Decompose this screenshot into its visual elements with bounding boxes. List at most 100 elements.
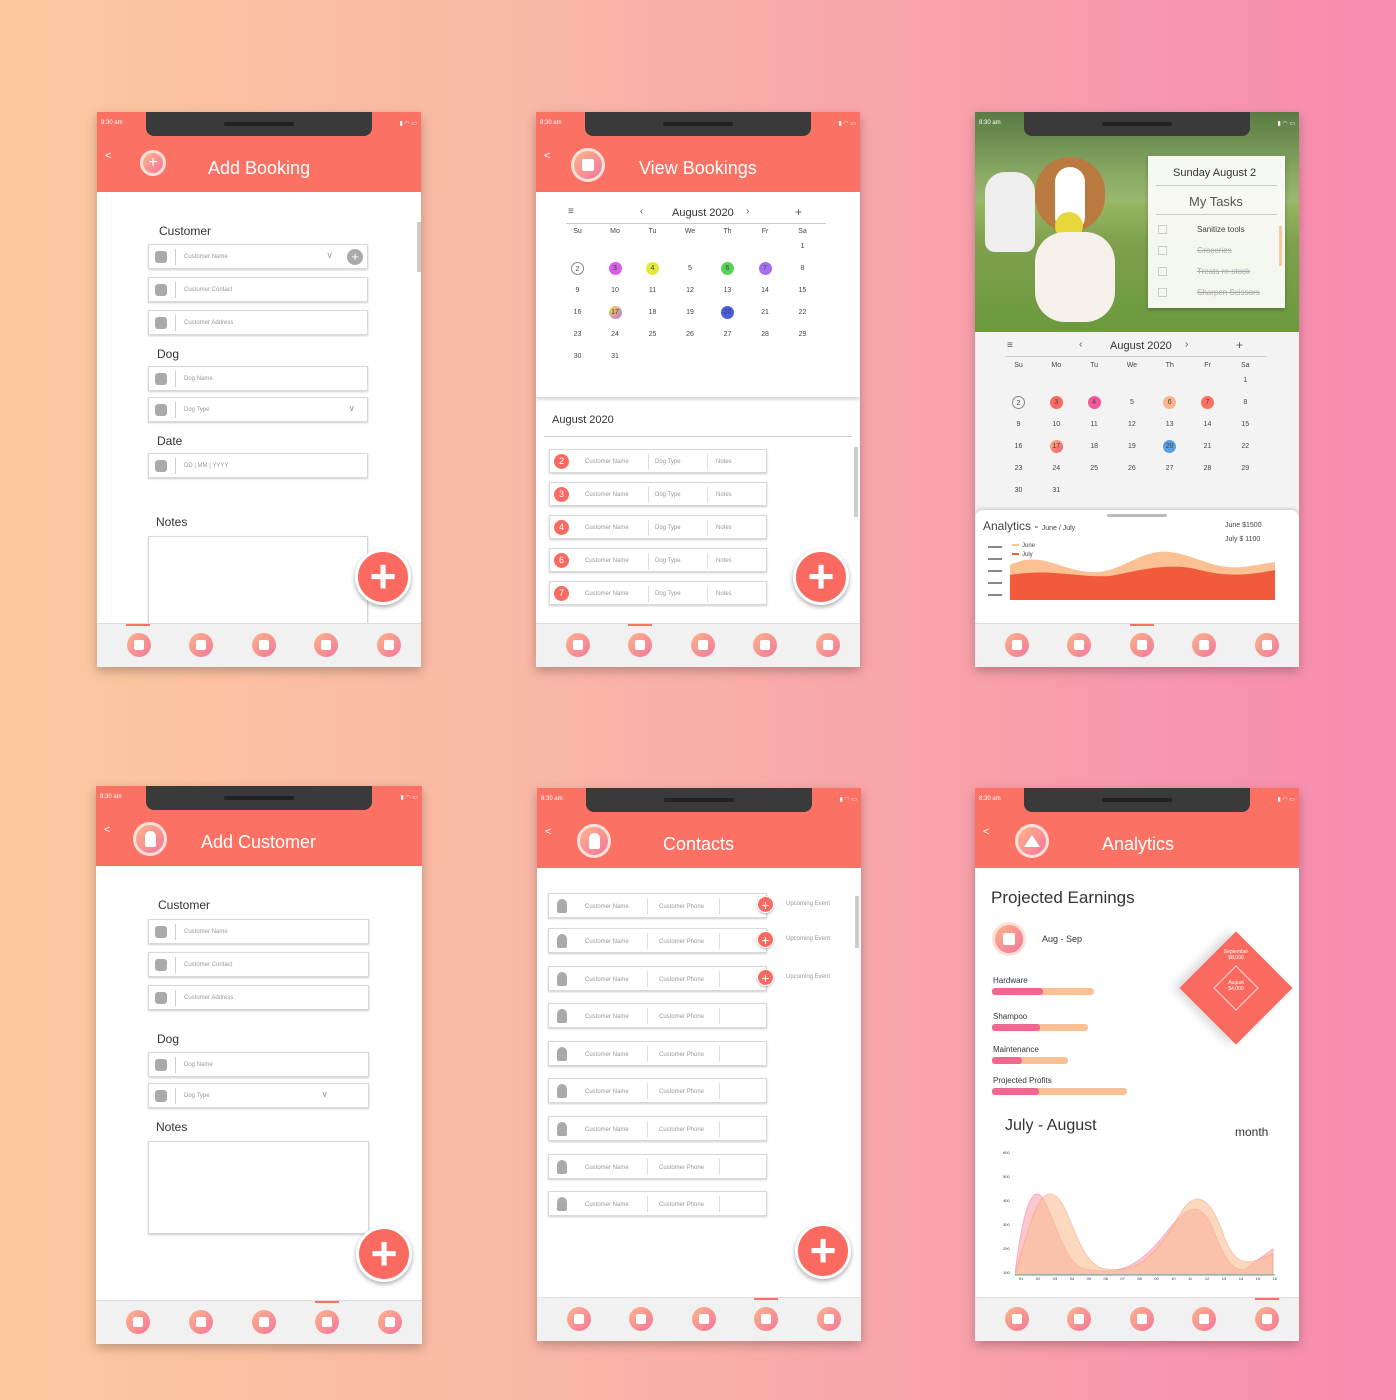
checkbox-icon[interactable]	[1158, 246, 1167, 256]
calendar-day[interactable]: 29	[1239, 462, 1252, 475]
calendar-day[interactable]: 2	[1012, 396, 1025, 409]
nav-customer-icon[interactable]	[754, 1307, 778, 1331]
calendar-day[interactable]: 17	[1049, 440, 1063, 453]
booking-row[interactable]: 7 Customer Name Dog Type Notes	[549, 581, 767, 605]
nav-home-icon[interactable]	[692, 1307, 716, 1331]
contact-row[interactable]: Customer Name Customer Phone	[548, 1003, 767, 1028]
calendar-day[interactable]: 18	[1088, 440, 1101, 453]
calendar-day[interactable]: 15	[1239, 418, 1252, 431]
calendar-day[interactable]: 16	[571, 306, 584, 319]
nav-home-icon[interactable]	[1130, 633, 1154, 657]
notes-textarea[interactable]	[148, 1141, 369, 1234]
customer-address-field[interactable]: Customer Address	[148, 310, 368, 335]
calendar-day[interactable]: 10	[609, 284, 622, 297]
chevron-left-icon[interactable]: ‹	[640, 206, 643, 217]
calendar-day[interactable]: 9	[571, 284, 584, 297]
checkbox-icon[interactable]	[1158, 267, 1167, 277]
task-item[interactable]: Sharpen Scissors	[1158, 288, 1260, 298]
contact-row[interactable]: Customer Name Customer Phone	[548, 893, 767, 918]
nav-add-icon[interactable]	[1005, 633, 1029, 657]
nav-analytics-icon[interactable]	[377, 633, 401, 657]
calendar-day[interactable]: 21	[1201, 440, 1214, 453]
calendar-day[interactable]: 14	[1201, 418, 1214, 431]
add-event-icon[interactable]: +	[795, 205, 802, 219]
scrollbar[interactable]	[417, 222, 421, 272]
nav-add-icon[interactable]	[566, 633, 590, 657]
nav-analytics-icon[interactable]	[817, 1307, 841, 1331]
checkbox-icon[interactable]	[1158, 288, 1167, 298]
calendar-day[interactable]: 6	[1163, 396, 1177, 409]
nav-customer-icon[interactable]	[753, 633, 777, 657]
booking-row[interactable]: 2 Customer Name Dog Type Notes	[549, 449, 767, 473]
customer-name-select[interactable]: Customer Name ∨ +	[148, 244, 368, 269]
task-item[interactable]: Groceries	[1158, 246, 1232, 256]
add-event-icon[interactable]: +	[757, 896, 774, 913]
dog-type-select[interactable]: Dog Type ∨	[148, 397, 368, 422]
calendar-day[interactable]: 19	[684, 306, 697, 319]
menu-icon[interactable]: ≡	[568, 206, 574, 217]
nav-bookings-icon[interactable]	[189, 633, 213, 657]
contact-row[interactable]: Customer Name Customer Phone	[548, 928, 767, 953]
task-item[interactable]: Treats re-stock	[1158, 267, 1250, 277]
scrollbar[interactable]	[855, 896, 859, 948]
calendar-day[interactable]: 4	[1087, 396, 1101, 409]
calendar-day[interactable]: 11	[646, 284, 659, 297]
calendar-day[interactable]: 3	[1049, 396, 1063, 409]
add-fab[interactable]: +	[355, 549, 411, 605]
contact-row[interactable]: Customer Name Customer Phone	[548, 1078, 767, 1103]
nav-add-icon[interactable]	[126, 1310, 150, 1334]
calendar-day[interactable]: 31	[1050, 484, 1063, 497]
add-customer-icon[interactable]: +	[347, 249, 363, 265]
customer-address-field[interactable]: Customer Address	[148, 985, 369, 1010]
checkbox-icon[interactable]	[1158, 225, 1167, 235]
drag-handle[interactable]	[1107, 514, 1167, 517]
contact-row[interactable]: Customer Name Customer Phone	[548, 1041, 767, 1066]
scrollbar[interactable]	[854, 447, 858, 517]
calendar-day[interactable]: 7	[758, 262, 772, 275]
nav-bookings-icon[interactable]	[629, 1307, 653, 1331]
nav-bookings-icon[interactable]	[1067, 1307, 1091, 1331]
calendar-day[interactable]: 13	[721, 284, 734, 297]
calendar-day[interactable]: 24	[1050, 462, 1063, 475]
calendar-day[interactable]: 11	[1088, 418, 1101, 431]
chevron-right-icon[interactable]: ›	[746, 206, 749, 217]
nav-customer-icon[interactable]	[1192, 1307, 1216, 1331]
calendar-day[interactable]: 23	[571, 328, 584, 341]
nav-home-icon[interactable]	[1130, 1307, 1154, 1331]
calendar-day[interactable]: 26	[1125, 462, 1138, 475]
calendar-day[interactable]: 8	[1239, 396, 1252, 409]
dog-name-field[interactable]: Dog Name	[148, 366, 368, 391]
calendar-day[interactable]: 18	[646, 306, 659, 319]
calendar-day[interactable]: 24	[609, 328, 622, 341]
nav-analytics-icon[interactable]	[1255, 633, 1279, 657]
calendar-day[interactable]: 26	[684, 328, 697, 341]
calendar-day[interactable]: 4	[646, 262, 659, 275]
nav-home-icon[interactable]	[252, 1310, 276, 1334]
calendar-day[interactable]: 1	[796, 240, 809, 253]
calendar-day[interactable]: 25	[646, 328, 659, 341]
nav-home-icon[interactable]	[252, 633, 276, 657]
add-fab[interactable]: +	[356, 1226, 412, 1282]
calendar-day[interactable]: 25	[1088, 462, 1101, 475]
nav-customer-icon[interactable]	[1192, 633, 1216, 657]
calendar-day[interactable]: 5	[684, 262, 697, 275]
calendar-day[interactable]: 1	[1239, 374, 1252, 387]
back-button[interactable]: <	[983, 826, 989, 838]
chevron-left-icon[interactable]: ‹	[1079, 339, 1082, 350]
add-event-icon[interactable]: +	[1236, 338, 1243, 352]
contact-row[interactable]: Customer Name Customer Phone	[548, 966, 767, 991]
dog-name-field[interactable]: Dog Name	[148, 1052, 369, 1077]
calendar-day[interactable]: 22	[1239, 440, 1252, 453]
calendar-day[interactable]: 28	[1201, 462, 1214, 475]
calendar-day[interactable]: 8	[796, 262, 809, 275]
back-button[interactable]: <	[545, 826, 551, 838]
nav-bookings-icon[interactable]	[628, 633, 652, 657]
calendar-day[interactable]: 12	[1125, 418, 1138, 431]
contact-row[interactable]: Customer Name Customer Phone	[548, 1116, 767, 1141]
back-button[interactable]: <	[105, 150, 111, 162]
nav-analytics-icon[interactable]	[378, 1310, 402, 1334]
calendar-day[interactable]: 21	[759, 306, 772, 319]
calendar-day[interactable]: 12	[684, 284, 697, 297]
calendar-day[interactable]: 28	[759, 328, 772, 341]
calendar-day[interactable]: 14	[759, 284, 772, 297]
